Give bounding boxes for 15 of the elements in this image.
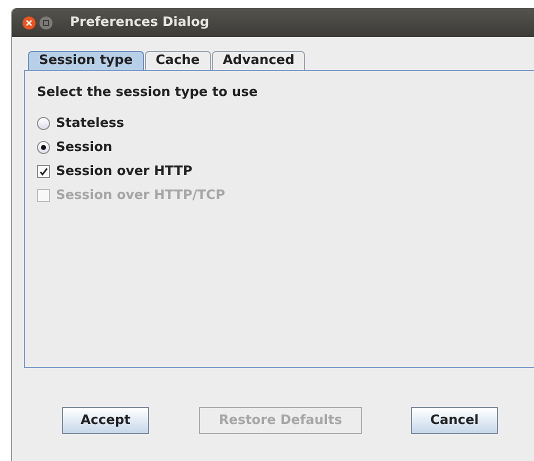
section-heading: Select the session type to use bbox=[37, 85, 259, 100]
dialog-button[interactable]: Cancel bbox=[411, 407, 498, 434]
close-icon[interactable] bbox=[22, 16, 36, 30]
tab[interactable]: Advanced bbox=[212, 51, 306, 70]
checkbox[interactable] bbox=[37, 164, 50, 178]
tab[interactable]: Cache bbox=[144, 51, 211, 70]
option-label: Session over HTTP bbox=[56, 164, 192, 178]
radio-button[interactable] bbox=[37, 116, 50, 130]
radio-button[interactable] bbox=[37, 140, 50, 154]
option-label: Session over HTTP/TCP bbox=[56, 188, 226, 202]
tab[interactable]: Session type bbox=[28, 51, 144, 70]
option-label: Stateless bbox=[56, 116, 124, 130]
window-title: Preferences Dialog bbox=[70, 15, 210, 30]
dialog-button[interactable]: Accept bbox=[62, 407, 149, 434]
option-label: Session bbox=[56, 140, 112, 154]
